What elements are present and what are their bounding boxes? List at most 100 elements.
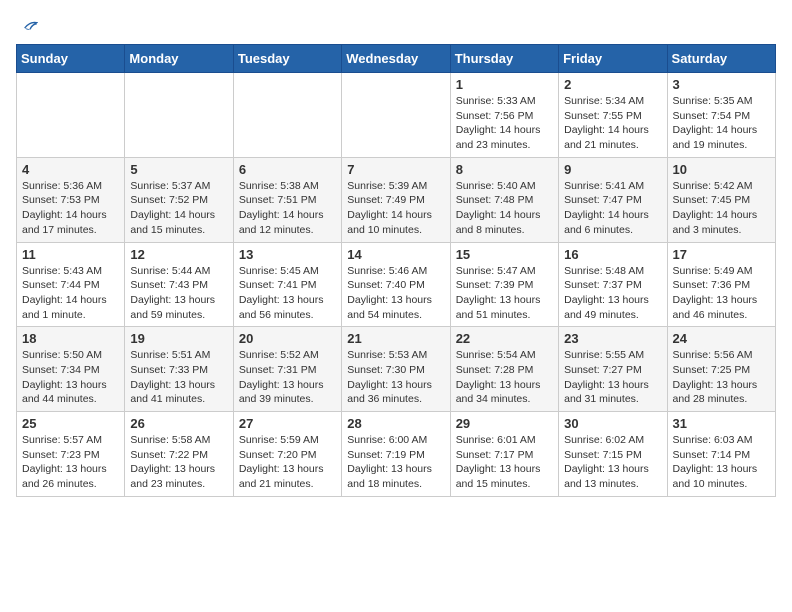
- day-info: Sunrise: 5:48 AM Sunset: 7:37 PM Dayligh…: [564, 264, 661, 323]
- day-info: Sunrise: 5:45 AM Sunset: 7:41 PM Dayligh…: [239, 264, 336, 323]
- day-number: 7: [347, 162, 444, 177]
- day-info: Sunrise: 5:58 AM Sunset: 7:22 PM Dayligh…: [130, 433, 227, 492]
- calendar-cell: [17, 73, 125, 158]
- day-header-tuesday: Tuesday: [233, 45, 341, 73]
- day-number: 26: [130, 416, 227, 431]
- day-info: Sunrise: 5:49 AM Sunset: 7:36 PM Dayligh…: [673, 264, 770, 323]
- calendar-cell: [233, 73, 341, 158]
- page-header: [16, 16, 776, 36]
- day-number: 22: [456, 331, 553, 346]
- calendar-cell: 2 Sunrise: 5:34 AM Sunset: 7:55 PM Daylig…: [559, 73, 667, 158]
- day-info: Sunrise: 5:52 AM Sunset: 7:31 PM Dayligh…: [239, 348, 336, 407]
- day-info: Sunrise: 5:59 AM Sunset: 7:20 PM Dayligh…: [239, 433, 336, 492]
- day-number: 16: [564, 247, 661, 262]
- calendar-cell: 7 Sunrise: 5:39 AM Sunset: 7:49 PM Daylig…: [342, 157, 450, 242]
- calendar-cell: 1 Sunrise: 5:33 AM Sunset: 7:56 PM Daylig…: [450, 73, 558, 158]
- calendar-cell: 6 Sunrise: 5:38 AM Sunset: 7:51 PM Daylig…: [233, 157, 341, 242]
- calendar-cell: 4Sunrise: 5:36 AM Sunset: 7:53 PM Daylig…: [17, 157, 125, 242]
- day-number: 31: [673, 416, 770, 431]
- calendar-cell: 14 Sunrise: 5:46 AM Sunset: 7:40 PM Dayli…: [342, 242, 450, 327]
- calendar-cell: 21 Sunrise: 5:53 AM Sunset: 7:30 PM Dayli…: [342, 327, 450, 412]
- days-header-row: SundayMondayTuesdayWednesdayThursdayFrid…: [17, 45, 776, 73]
- week-row-4: 18Sunrise: 5:50 AM Sunset: 7:34 PM Dayli…: [17, 327, 776, 412]
- day-info: Sunrise: 5:33 AM Sunset: 7:56 PM Dayligh…: [456, 94, 553, 153]
- day-info: Sunrise: 5:42 AM Sunset: 7:45 PM Dayligh…: [673, 179, 770, 238]
- calendar-cell: 18Sunrise: 5:50 AM Sunset: 7:34 PM Dayli…: [17, 327, 125, 412]
- calendar-cell: [342, 73, 450, 158]
- day-info: Sunrise: 5:46 AM Sunset: 7:40 PM Dayligh…: [347, 264, 444, 323]
- day-info: Sunrise: 5:55 AM Sunset: 7:27 PM Dayligh…: [564, 348, 661, 407]
- day-info: Sunrise: 6:02 AM Sunset: 7:15 PM Dayligh…: [564, 433, 661, 492]
- day-number: 10: [673, 162, 770, 177]
- day-number: 30: [564, 416, 661, 431]
- calendar-cell: 28 Sunrise: 6:00 AM Sunset: 7:19 PM Dayli…: [342, 412, 450, 497]
- calendar-cell: 20 Sunrise: 5:52 AM Sunset: 7:31 PM Dayli…: [233, 327, 341, 412]
- day-number: 14: [347, 247, 444, 262]
- day-header-saturday: Saturday: [667, 45, 775, 73]
- day-header-friday: Friday: [559, 45, 667, 73]
- calendar-cell: 19 Sunrise: 5:51 AM Sunset: 7:33 PM Dayli…: [125, 327, 233, 412]
- day-number: 2: [564, 77, 661, 92]
- day-info: Sunrise: 6:00 AM Sunset: 7:19 PM Dayligh…: [347, 433, 444, 492]
- day-number: 20: [239, 331, 336, 346]
- calendar-table: SundayMondayTuesdayWednesdayThursdayFrid…: [16, 44, 776, 497]
- calendar-cell: 10 Sunrise: 5:42 AM Sunset: 7:45 PM Dayli…: [667, 157, 775, 242]
- day-info: Sunrise: 5:35 AM Sunset: 7:54 PM Dayligh…: [673, 94, 770, 153]
- day-number: 6: [239, 162, 336, 177]
- week-row-5: 25 Sunrise: 5:57 AM Sunset: 7:23 PM Dayli…: [17, 412, 776, 497]
- calendar-cell: 25 Sunrise: 5:57 AM Sunset: 7:23 PM Dayli…: [17, 412, 125, 497]
- calendar-cell: 17 Sunrise: 5:49 AM Sunset: 7:36 PM Dayli…: [667, 242, 775, 327]
- day-number: 27: [239, 416, 336, 431]
- calendar-cell: 23 Sunrise: 5:55 AM Sunset: 7:27 PM Dayli…: [559, 327, 667, 412]
- calendar-cell: 16 Sunrise: 5:48 AM Sunset: 7:37 PM Dayli…: [559, 242, 667, 327]
- calendar-cell: 29 Sunrise: 6:01 AM Sunset: 7:17 PM Dayli…: [450, 412, 558, 497]
- day-number: 9: [564, 162, 661, 177]
- calendar-cell: 12Sunrise: 5:44 AM Sunset: 7:43 PM Dayli…: [125, 242, 233, 327]
- calendar-cell: 27 Sunrise: 5:59 AM Sunset: 7:20 PM Dayli…: [233, 412, 341, 497]
- calendar-cell: 5Sunrise: 5:37 AM Sunset: 7:52 PM Daylig…: [125, 157, 233, 242]
- day-info: Sunrise: 5:43 AM Sunset: 7:44 PM Dayligh…: [22, 264, 119, 323]
- day-info: Sunrise: 6:01 AM Sunset: 7:17 PM Dayligh…: [456, 433, 553, 492]
- day-number: 1: [456, 77, 553, 92]
- calendar-cell: 9Sunrise: 5:41 AM Sunset: 7:47 PM Daylig…: [559, 157, 667, 242]
- day-header-thursday: Thursday: [450, 45, 558, 73]
- day-number: 3: [673, 77, 770, 92]
- day-number: 21: [347, 331, 444, 346]
- day-header-wednesday: Wednesday: [342, 45, 450, 73]
- calendar-cell: [125, 73, 233, 158]
- day-header-monday: Monday: [125, 45, 233, 73]
- calendar-cell: 3 Sunrise: 5:35 AM Sunset: 7:54 PM Daylig…: [667, 73, 775, 158]
- logo: [16, 16, 38, 36]
- week-row-1: 1 Sunrise: 5:33 AM Sunset: 7:56 PM Daylig…: [17, 73, 776, 158]
- day-number: 17: [673, 247, 770, 262]
- day-number: 13: [239, 247, 336, 262]
- calendar-cell: 15Sunrise: 5:47 AM Sunset: 7:39 PM Dayli…: [450, 242, 558, 327]
- day-number: 8: [456, 162, 553, 177]
- week-row-3: 11 Sunrise: 5:43 AM Sunset: 7:44 PM Dayli…: [17, 242, 776, 327]
- day-info: Sunrise: 5:40 AM Sunset: 7:48 PM Dayligh…: [456, 179, 553, 238]
- calendar-cell: 30 Sunrise: 6:02 AM Sunset: 7:15 PM Dayli…: [559, 412, 667, 497]
- day-info: Sunrise: 5:47 AM Sunset: 7:39 PM Dayligh…: [456, 264, 553, 323]
- day-number: 11: [22, 247, 119, 262]
- day-number: 29: [456, 416, 553, 431]
- day-info: Sunrise: 5:34 AM Sunset: 7:55 PM Dayligh…: [564, 94, 661, 153]
- day-number: 18: [22, 331, 119, 346]
- day-info: Sunrise: 5:56 AM Sunset: 7:25 PM Dayligh…: [673, 348, 770, 407]
- day-info: Sunrise: 5:51 AM Sunset: 7:33 PM Dayligh…: [130, 348, 227, 407]
- day-info: Sunrise: 6:03 AM Sunset: 7:14 PM Dayligh…: [673, 433, 770, 492]
- day-info: Sunrise: 5:54 AM Sunset: 7:28 PM Dayligh…: [456, 348, 553, 407]
- day-number: 24: [673, 331, 770, 346]
- calendar-cell: 31 Sunrise: 6:03 AM Sunset: 7:14 PM Dayli…: [667, 412, 775, 497]
- day-info: Sunrise: 5:39 AM Sunset: 7:49 PM Dayligh…: [347, 179, 444, 238]
- calendar-cell: 24 Sunrise: 5:56 AM Sunset: 7:25 PM Dayli…: [667, 327, 775, 412]
- calendar-cell: 8 Sunrise: 5:40 AM Sunset: 7:48 PM Daylig…: [450, 157, 558, 242]
- day-info: Sunrise: 5:37 AM Sunset: 7:52 PM Dayligh…: [130, 179, 227, 238]
- day-info: Sunrise: 5:36 AM Sunset: 7:53 PM Dayligh…: [22, 179, 119, 238]
- day-number: 23: [564, 331, 661, 346]
- day-info: Sunrise: 5:57 AM Sunset: 7:23 PM Dayligh…: [22, 433, 119, 492]
- day-info: Sunrise: 5:38 AM Sunset: 7:51 PM Dayligh…: [239, 179, 336, 238]
- day-info: Sunrise: 5:53 AM Sunset: 7:30 PM Dayligh…: [347, 348, 444, 407]
- day-number: 28: [347, 416, 444, 431]
- day-number: 25: [22, 416, 119, 431]
- day-number: 19: [130, 331, 227, 346]
